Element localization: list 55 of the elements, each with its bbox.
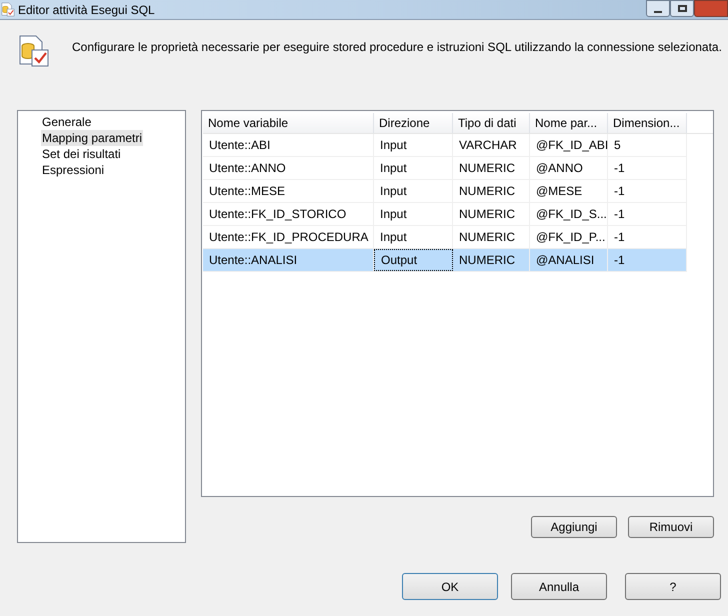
table-action-button[interactable]: Rimuovi bbox=[628, 516, 714, 538]
table-row[interactable]: Utente::ANNO Input NUMERIC @ANNO -1 bbox=[203, 157, 687, 180]
sidebar-item[interactable]: Mapping parametri bbox=[41, 130, 144, 146]
table-cell: -1 bbox=[608, 203, 687, 225]
sidebar-item[interactable]: Set dei risultati bbox=[41, 146, 122, 162]
app-icon bbox=[1, 2, 15, 17]
table-cell: NUMERIC bbox=[453, 203, 530, 225]
table-cell: Input bbox=[374, 134, 453, 156]
table-cell: -1 bbox=[608, 249, 687, 271]
task-icon bbox=[18, 34, 50, 68]
column-header[interactable]: Direzione bbox=[374, 113, 453, 133]
dialog-button[interactable]: Annulla bbox=[511, 573, 607, 600]
column-header[interactable]: Tipo di dati bbox=[453, 113, 530, 133]
description: Configurare le proprietà necessarie per eseguire stored procedure e istruzioni SQL utilizzando la connessione selezionata. bbox=[72, 39, 722, 56]
sidebar-item[interactable]: Generale bbox=[41, 114, 92, 130]
table-cell: Utente::MESE bbox=[203, 180, 374, 202]
table-cell: NUMERIC bbox=[453, 226, 530, 248]
column-header[interactable]: Dimension... bbox=[608, 113, 687, 133]
table-cell: Utente::ANNO bbox=[203, 157, 374, 179]
table-row[interactable]: Utente::MESE Input NUMERIC @MESE -1 bbox=[203, 180, 687, 203]
table-cell: Utente::ABI bbox=[203, 134, 374, 156]
table-cell: Utente::FK_ID_PROCEDURA bbox=[203, 226, 374, 248]
dialog-button[interactable]: ? bbox=[625, 573, 721, 600]
table-cell: Input bbox=[374, 226, 453, 248]
table-cell: @FK_ID_ABI bbox=[530, 134, 608, 156]
table-cell: NUMERIC bbox=[453, 180, 530, 202]
sidebar-item[interactable]: Espressioni bbox=[41, 162, 106, 178]
table-cell: Input bbox=[374, 203, 453, 225]
table-cell: Output bbox=[374, 249, 453, 271]
table-cell: @ANNO bbox=[530, 157, 608, 179]
window-title: Editor attività Esegui SQL bbox=[18, 2, 155, 18]
table-cell: @ANALISI bbox=[530, 249, 608, 271]
table-cell: -1 bbox=[608, 180, 687, 202]
column-header[interactable]: Nome par... bbox=[530, 113, 608, 133]
table-cell: @FK_ID_P... bbox=[530, 226, 608, 248]
table-row[interactable]: Utente::ABI Input VARCHAR @FK_ID_ABI 5 bbox=[203, 134, 687, 157]
table-cell: -1 bbox=[608, 157, 687, 179]
table-cell: NUMERIC bbox=[453, 249, 530, 271]
table-cell: VARCHAR bbox=[453, 134, 530, 156]
table-cell: -1 bbox=[608, 226, 687, 248]
table-cell: @FK_ID_S... bbox=[530, 203, 608, 225]
maximize-button[interactable] bbox=[670, 0, 694, 17]
table-cell: 5 bbox=[608, 134, 687, 156]
table-row[interactable]: Utente::ANALISI Output NUMERIC @ANALISI -1 bbox=[203, 249, 687, 272]
dialog-button[interactable]: OK bbox=[402, 573, 498, 600]
minimize-button[interactable] bbox=[646, 0, 670, 17]
table-cell: Input bbox=[374, 157, 453, 179]
table-cell: Utente::FK_ID_STORICO bbox=[203, 203, 374, 225]
table-cell: Input bbox=[374, 180, 453, 202]
table-action-button[interactable]: Aggiungi bbox=[531, 516, 617, 538]
table-cell: Utente::ANALISI bbox=[203, 249, 374, 271]
table-row[interactable]: Utente::FK_ID_STORICO Input NUMERIC @FK_ID_S... -1 bbox=[203, 203, 687, 226]
column-header[interactable]: Nome variabile bbox=[203, 113, 374, 133]
table-cell: @MESE bbox=[530, 180, 608, 202]
table-cell: NUMERIC bbox=[453, 157, 530, 179]
